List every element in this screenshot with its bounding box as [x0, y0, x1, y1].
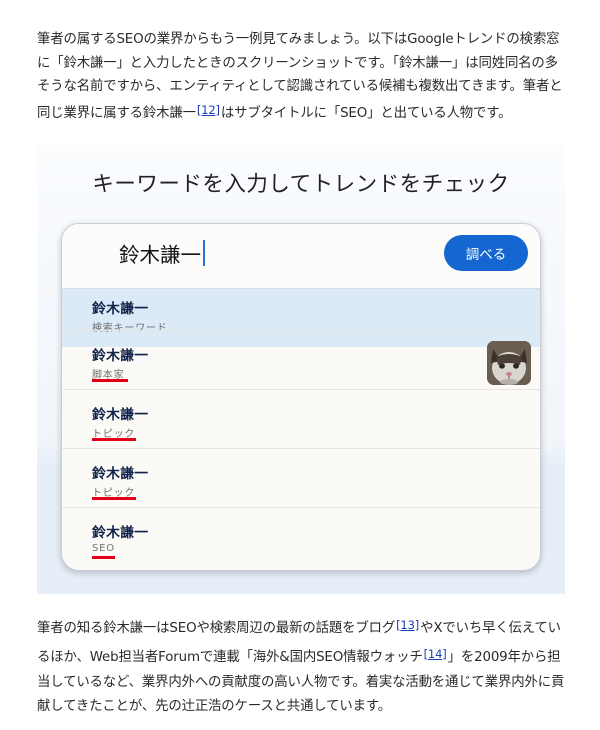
- suggestion-name: 鈴木謙一: [92, 466, 149, 482]
- suggestion-type: トピック: [92, 484, 136, 500]
- intro-paragraph: 筆者の属するSEOの業界からもう一例見てみましょう。以下はGoogleトレンドの…: [37, 28, 565, 125]
- red-underline-annotation: [92, 379, 128, 382]
- figure-title: キーワードを入力してトレンドをチェック: [92, 172, 510, 197]
- footnote-link-14[interactable]: [14]: [423, 647, 448, 661]
- suggestion-name: 鈴木謙一: [92, 301, 149, 317]
- footnote-link-13[interactable]: [13]: [395, 618, 420, 632]
- closing-text: 筆者の知る鈴木謙一はSEOや検索周辺の最新の話題をブログ: [37, 621, 396, 636]
- suggestion-type: 脚本家: [92, 366, 128, 382]
- red-underline-annotation: [92, 438, 136, 441]
- search-panel: 鈴木謙一 調べる 鈴木謙一 検索キーワード 鈴木謙一 脚本家 鈴木謙一 トピック…: [61, 223, 541, 571]
- search-bar: 鈴木謙一 調べる: [62, 224, 540, 288]
- red-underline-annotation: [92, 497, 136, 500]
- text-caret: [203, 240, 205, 266]
- cat-photo-icon: [487, 341, 531, 385]
- suggestion-item[interactable]: 鈴木謙一 脚本家: [62, 330, 540, 389]
- suggestion-item[interactable]: 鈴木謙一 トピック: [62, 448, 540, 507]
- suggestion-type-label: SEO: [92, 543, 115, 554]
- intro-text-end: はサブタイトルに「SEO」と出ている人物です。: [220, 105, 512, 121]
- suggestion-type: トピック: [92, 425, 136, 441]
- footnote-link-12[interactable]: [12]: [196, 103, 221, 117]
- search-query: 鈴木謙一: [119, 243, 201, 267]
- trends-screenshot-figure: キーワードを入力してトレンドをチェック 鈴木謙一 調べる 鈴木謙一 検索キーワー…: [37, 145, 565, 594]
- search-input[interactable]: 鈴木謙一: [119, 238, 205, 268]
- red-underline-annotation: [92, 556, 115, 559]
- suggestion-name: 鈴木謙一: [92, 407, 149, 423]
- closing-paragraph: 筆者の知る鈴木謙一はSEOや検索周辺の最新の話題をブログ[13]やXでいち早く伝…: [37, 613, 565, 720]
- entity-thumbnail: [487, 341, 531, 385]
- suggestion-name: 鈴木謙一: [92, 348, 149, 364]
- suggestion-type: SEO: [92, 543, 115, 559]
- search-button[interactable]: 調べる: [444, 235, 528, 271]
- suggestion-item[interactable]: 鈴木謙一 トピック: [62, 389, 540, 448]
- suggestion-item[interactable]: 鈴木謙一 SEO: [62, 507, 540, 566]
- suggestion-name: 鈴木謙一: [92, 525, 149, 541]
